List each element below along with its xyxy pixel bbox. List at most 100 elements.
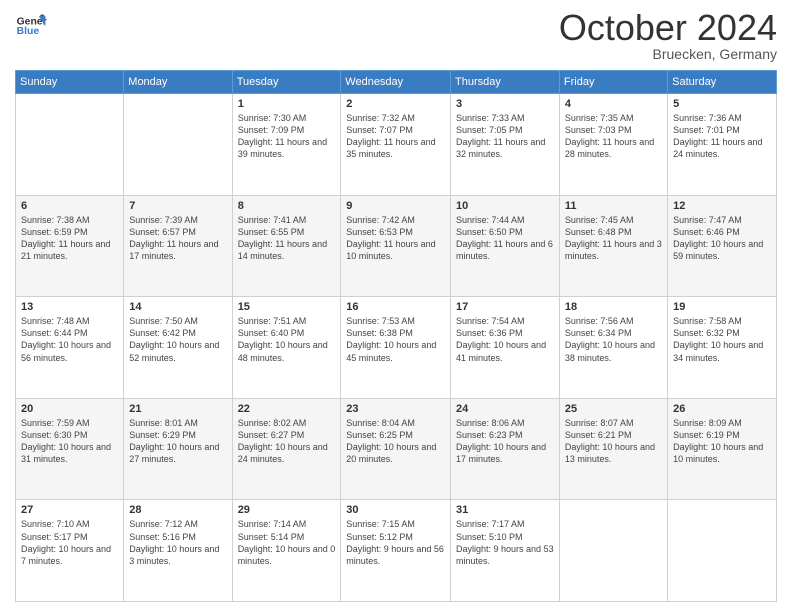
calendar-cell: 1Sunrise: 7:30 AMSunset: 7:09 PMDaylight… [232,94,341,196]
day-info: Sunrise: 7:45 AMSunset: 6:48 PMDaylight:… [565,214,662,263]
calendar-cell [124,94,232,196]
day-info: Sunrise: 7:39 AMSunset: 6:57 PMDaylight:… [129,214,226,263]
calendar-cell: 21 Sunrise: 8:01 AMSunset: 6:29 PMDayligh… [124,398,232,500]
day-info: Sunrise: 7:53 AMSunset: 6:38 PMDaylight:… [346,315,445,364]
calendar-week-4: 20 Sunrise: 7:59 AMSunset: 6:30 PMDayligh… [16,398,777,500]
day-number: 29 [238,504,336,516]
page: General Blue October 2024 Bruecken, Germ… [0,0,792,612]
calendar-cell [16,94,124,196]
day-info: Sunrise: 7:32 AMSunset: 7:07 PMDaylight:… [346,112,445,161]
day-info: Sunrise: 7:17 AMSunset: 5:10 PMDaylight:… [456,518,554,567]
calendar-cell: 18 Sunrise: 7:56 AMSunset: 6:34 PMDayligh… [559,297,667,399]
calendar-cell: 2 Sunrise: 7:32 AMSunset: 7:07 PMDaylight… [341,94,451,196]
day-info: Sunrise: 8:09 AMSunset: 6:19 PMDaylight:… [673,417,771,466]
day-info: Sunrise: 7:36 AMSunset: 7:01 PMDaylight:… [673,112,771,161]
calendar-cell: 4Sunrise: 7:35 AMSunset: 7:03 PMDaylight… [559,94,667,196]
month-title: October 2024 [559,10,777,46]
day-info: Sunrise: 8:06 AMSunset: 6:23 PMDaylight:… [456,417,554,466]
day-info: Sunrise: 7:51 AMSunset: 6:40 PMDaylight:… [238,315,336,364]
calendar-cell: 30Sunrise: 7:15 AMSunset: 5:12 PMDayligh… [341,500,451,602]
day-info: Sunrise: 7:38 AMSunset: 6:59 PMDaylight:… [21,214,118,263]
day-info: Sunrise: 7:50 AMSunset: 6:42 PMDaylight:… [129,315,226,364]
day-number: 26 [673,403,771,415]
day-info: Sunrise: 8:02 AMSunset: 6:27 PMDaylight:… [238,417,336,466]
calendar-body: 1Sunrise: 7:30 AMSunset: 7:09 PMDaylight… [16,94,777,602]
calendar-cell: 26 Sunrise: 8:09 AMSunset: 6:19 PMDayligh… [668,398,777,500]
day-number: 6 [21,200,118,212]
logo-icon: General Blue [15,10,47,42]
day-number: 23 [346,403,445,415]
header: General Blue October 2024 Bruecken, Germ… [15,10,777,62]
day-number: 17 [456,301,554,313]
calendar-cell: 11 Sunrise: 7:45 AMSunset: 6:48 PMDayligh… [559,195,667,297]
weekday-header-friday: Friday [559,71,667,94]
day-number: 2 [346,98,445,110]
svg-text:Blue: Blue [17,26,40,37]
day-number: 5 [673,98,771,110]
calendar-cell: 12 Sunrise: 7:47 AMSunset: 6:46 PMDayligh… [668,195,777,297]
weekday-header-row: SundayMondayTuesdayWednesdayThursdayFrid… [16,71,777,94]
calendar-cell: 31 Sunrise: 7:17 AMSunset: 5:10 PMDayligh… [451,500,560,602]
title-block: October 2024 Bruecken, Germany [559,10,777,62]
calendar-cell: 9 Sunrise: 7:42 AMSunset: 6:53 PMDaylight… [341,195,451,297]
calendar-cell: 20 Sunrise: 7:59 AMSunset: 6:30 PMDayligh… [16,398,124,500]
calendar-cell: 13 Sunrise: 7:48 AMSunset: 6:44 PMDayligh… [16,297,124,399]
calendar-cell: 15 Sunrise: 7:51 AMSunset: 6:40 PMDayligh… [232,297,341,399]
weekday-header-thursday: Thursday [451,71,560,94]
calendar-week-5: 27Sunrise: 7:10 AMSunset: 5:17 PMDayligh… [16,500,777,602]
day-info: Sunrise: 7:33 AMSunset: 7:05 PMDaylight:… [456,112,554,161]
weekday-header-saturday: Saturday [668,71,777,94]
day-number: 31 [456,504,554,516]
day-number: 13 [21,301,118,313]
day-number: 10 [456,200,554,212]
day-number: 18 [565,301,662,313]
calendar-cell [668,500,777,602]
day-number: 11 [565,200,662,212]
day-number: 9 [346,200,445,212]
day-number: 20 [21,403,118,415]
calendar-cell: 23Sunrise: 8:04 AMSunset: 6:25 PMDayligh… [341,398,451,500]
logo: General Blue [15,10,47,42]
calendar-cell: 14Sunrise: 7:50 AMSunset: 6:42 PMDayligh… [124,297,232,399]
calendar-cell: 28 Sunrise: 7:12 AMSunset: 5:16 PMDayligh… [124,500,232,602]
calendar-table: SundayMondayTuesdayWednesdayThursdayFrid… [15,70,777,602]
day-info: Sunrise: 7:59 AMSunset: 6:30 PMDaylight:… [21,417,118,466]
calendar-cell: 3Sunrise: 7:33 AMSunset: 7:05 PMDaylight… [451,94,560,196]
day-number: 28 [129,504,226,516]
day-number: 12 [673,200,771,212]
weekday-header-sunday: Sunday [16,71,124,94]
calendar-cell: 29Sunrise: 7:14 AMSunset: 5:14 PMDayligh… [232,500,341,602]
calendar-cell: 19 Sunrise: 7:58 AMSunset: 6:32 PMDayligh… [668,297,777,399]
weekday-header-tuesday: Tuesday [232,71,341,94]
day-number: 8 [238,200,336,212]
day-number: 25 [565,403,662,415]
day-number: 21 [129,403,226,415]
day-info: Sunrise: 7:56 AMSunset: 6:34 PMDaylight:… [565,315,662,364]
day-number: 4 [565,98,662,110]
day-info: Sunrise: 7:54 AMSunset: 6:36 PMDaylight:… [456,315,554,364]
day-info: Sunrise: 7:47 AMSunset: 6:46 PMDaylight:… [673,214,771,263]
calendar-week-3: 13 Sunrise: 7:48 AMSunset: 6:44 PMDayligh… [16,297,777,399]
day-number: 19 [673,301,771,313]
day-info: Sunrise: 7:12 AMSunset: 5:16 PMDaylight:… [129,518,226,567]
day-number: 7 [129,200,226,212]
day-info: Sunrise: 7:41 AMSunset: 6:55 PMDaylight:… [238,214,336,263]
location: Bruecken, Germany [559,46,777,62]
calendar-cell [559,500,667,602]
day-info: Sunrise: 7:58 AMSunset: 6:32 PMDaylight:… [673,315,771,364]
calendar-week-2: 6 Sunrise: 7:38 AMSunset: 6:59 PMDaylight… [16,195,777,297]
calendar-cell: 22Sunrise: 8:02 AMSunset: 6:27 PMDayligh… [232,398,341,500]
day-number: 15 [238,301,336,313]
day-number: 27 [21,504,118,516]
day-info: Sunrise: 7:15 AMSunset: 5:12 PMDaylight:… [346,518,445,567]
weekday-header-wednesday: Wednesday [341,71,451,94]
day-info: Sunrise: 7:44 AMSunset: 6:50 PMDaylight:… [456,214,554,263]
calendar-cell: 27Sunrise: 7:10 AMSunset: 5:17 PMDayligh… [16,500,124,602]
day-info: Sunrise: 7:42 AMSunset: 6:53 PMDaylight:… [346,214,445,263]
calendar-cell: 8 Sunrise: 7:41 AMSunset: 6:55 PMDaylight… [232,195,341,297]
calendar-cell: 25 Sunrise: 8:07 AMSunset: 6:21 PMDayligh… [559,398,667,500]
day-number: 24 [456,403,554,415]
day-info: Sunrise: 7:48 AMSunset: 6:44 PMDaylight:… [21,315,118,364]
day-info: Sunrise: 8:01 AMSunset: 6:29 PMDaylight:… [129,417,226,466]
day-info: Sunrise: 8:07 AMSunset: 6:21 PMDaylight:… [565,417,662,466]
